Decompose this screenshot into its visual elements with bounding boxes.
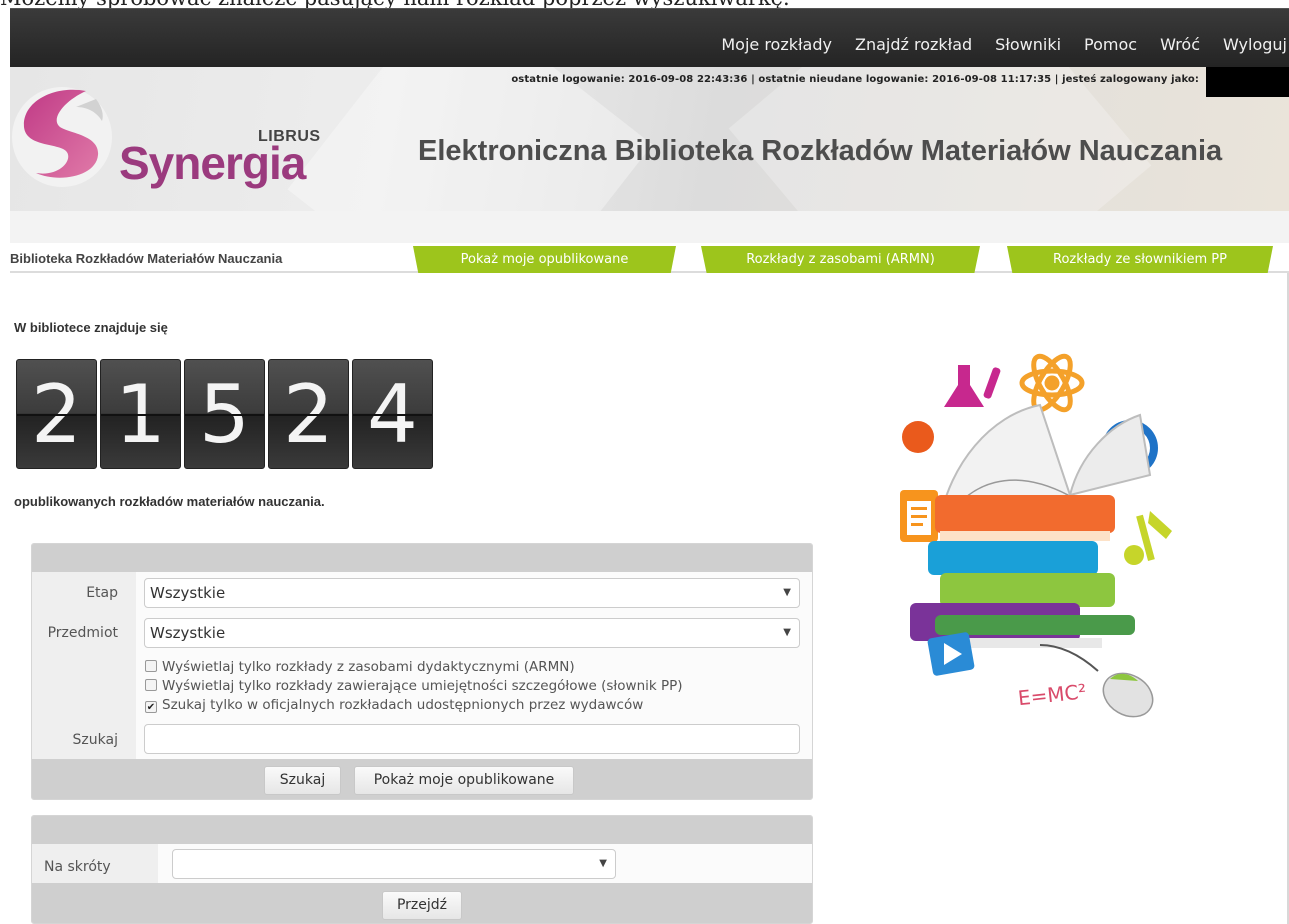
checkbox-box-checked[interactable]: ✔ [145, 701, 157, 713]
clipboard-icon [900, 490, 938, 542]
app-title: Elektroniczna Biblioteka Rozkładów Mater… [418, 135, 1223, 167]
search-button[interactable]: Szukaj [264, 766, 341, 795]
szukaj-label: Szukaj [72, 732, 118, 748]
tab-show-my-published[interactable]: Pokaż moje opublikowane [413, 246, 676, 273]
music-note-icon [1124, 511, 1172, 565]
chevron-down-icon: ▼ [599, 858, 607, 869]
panel-header [32, 544, 812, 572]
nav-moje-rozklady[interactable]: Moje rozkłady [721, 35, 832, 54]
checkbox-label: Wyświetlaj tylko rozkłady zawierające um… [162, 678, 683, 694]
go-button[interactable]: Przejdź [382, 891, 462, 920]
library-intro: W bibliotece znajduje się [14, 320, 168, 335]
etap-label: Etap [86, 585, 118, 601]
etap-select-value: Wszystkie [150, 584, 226, 602]
etap-select[interactable]: Wszystkie ▼ [144, 578, 800, 608]
counter-digit: 2 [16, 359, 97, 469]
top-nav: Moje rozkłady Znajdź rozkład Słowniki Po… [10, 8, 1289, 67]
shortcuts-label: Na skróty [44, 859, 111, 875]
logo-synergia-text: Synergia [119, 137, 306, 189]
armn-only-checkbox[interactable]: Wyświetlaj tylko rozkłady z zasobami dyd… [145, 659, 575, 675]
published-counter: 2 1 5 2 4 [16, 359, 436, 469]
tab-pp-schedules[interactable]: Rozkłady ze słownikiem PP [1007, 246, 1273, 273]
official-only-checkbox[interactable]: ✔ Szukaj tylko w oficjalnych rozkładach u… [145, 697, 643, 713]
chevron-down-icon: ▼ [783, 627, 791, 638]
header-band [10, 211, 1289, 243]
przedmiot-select[interactable]: Wszystkie ▼ [144, 618, 800, 648]
counter-digit: 5 [184, 359, 265, 469]
breadcrumb: Biblioteka Rozkładów Materiałów Nauczani… [10, 251, 283, 266]
checkbox-label: Wyświetlaj tylko rozkłady z zasobami dyd… [162, 659, 575, 675]
nav-slowniki[interactable]: Słowniki [995, 35, 1061, 54]
nav-wyloguj[interactable]: Wyloguj [1223, 35, 1287, 54]
login-info: ostatnie logowanie: 2016-09-08 22:43:36 … [511, 74, 1199, 85]
film-icon [927, 632, 975, 676]
tab-armn-schedules[interactable]: Rozkłady z zasobami (ARMN) [701, 246, 980, 273]
counter-digit: 1 [100, 359, 181, 469]
chevron-down-icon: ▼ [783, 587, 791, 598]
checkbox-box[interactable] [145, 679, 157, 691]
show-my-published-button[interactable]: Pokaż moje opublikowane [354, 766, 574, 795]
formula-text: E=MC² [1017, 679, 1088, 710]
pp-only-checkbox[interactable]: Wyświetlaj tylko rozkłady zawierające um… [145, 678, 683, 694]
document-caption: Możemy spróbować znaleźć pasujący nam ro… [0, 0, 1289, 8]
checkbox-box[interactable] [145, 660, 157, 672]
przedmiot-label: Przedmiot [47, 625, 118, 641]
shortcuts-panel: Na skróty ▼ Przejdź [31, 815, 813, 924]
search-input[interactable] [144, 724, 800, 754]
header-banner: ostatnie logowanie: 2016-09-08 22:43:36 … [10, 67, 1289, 211]
flask-icon [944, 365, 1001, 407]
nav-pomoc[interactable]: Pomoc [1084, 35, 1137, 54]
synergia-logo[interactable]: LIBRUS Synergia [10, 81, 340, 191]
atom-icon [1019, 353, 1085, 413]
books-illustration: E=MC² [900, 353, 1172, 718]
synergia-swirl-icon [12, 87, 112, 187]
ball-icon [902, 421, 934, 453]
checkbox-label: Szukaj tylko w oficjalnych rozkładach ud… [162, 697, 644, 713]
book-stack-icon [910, 495, 1135, 648]
counter-digit: 4 [352, 359, 433, 469]
sub-nav: Biblioteka Rozkładów Materiałów Nauczani… [10, 245, 1289, 273]
nav-wroc[interactable]: Wróć [1160, 35, 1200, 54]
przedmiot-select-value: Wszystkie [150, 624, 226, 642]
nav-znajdz-rozklad[interactable]: Znajdź rozkład [855, 35, 972, 54]
counter-digit: 2 [268, 359, 349, 469]
panel-header [32, 816, 812, 844]
user-name-redacted [1206, 67, 1289, 97]
search-panel: Etap Wszystkie ▼ Przedmiot Wszystkie ▼ W… [31, 543, 813, 800]
shortcuts-select[interactable]: ▼ [172, 849, 616, 879]
library-outro: opublikowanych rozkładów materiałów nauc… [14, 494, 325, 509]
